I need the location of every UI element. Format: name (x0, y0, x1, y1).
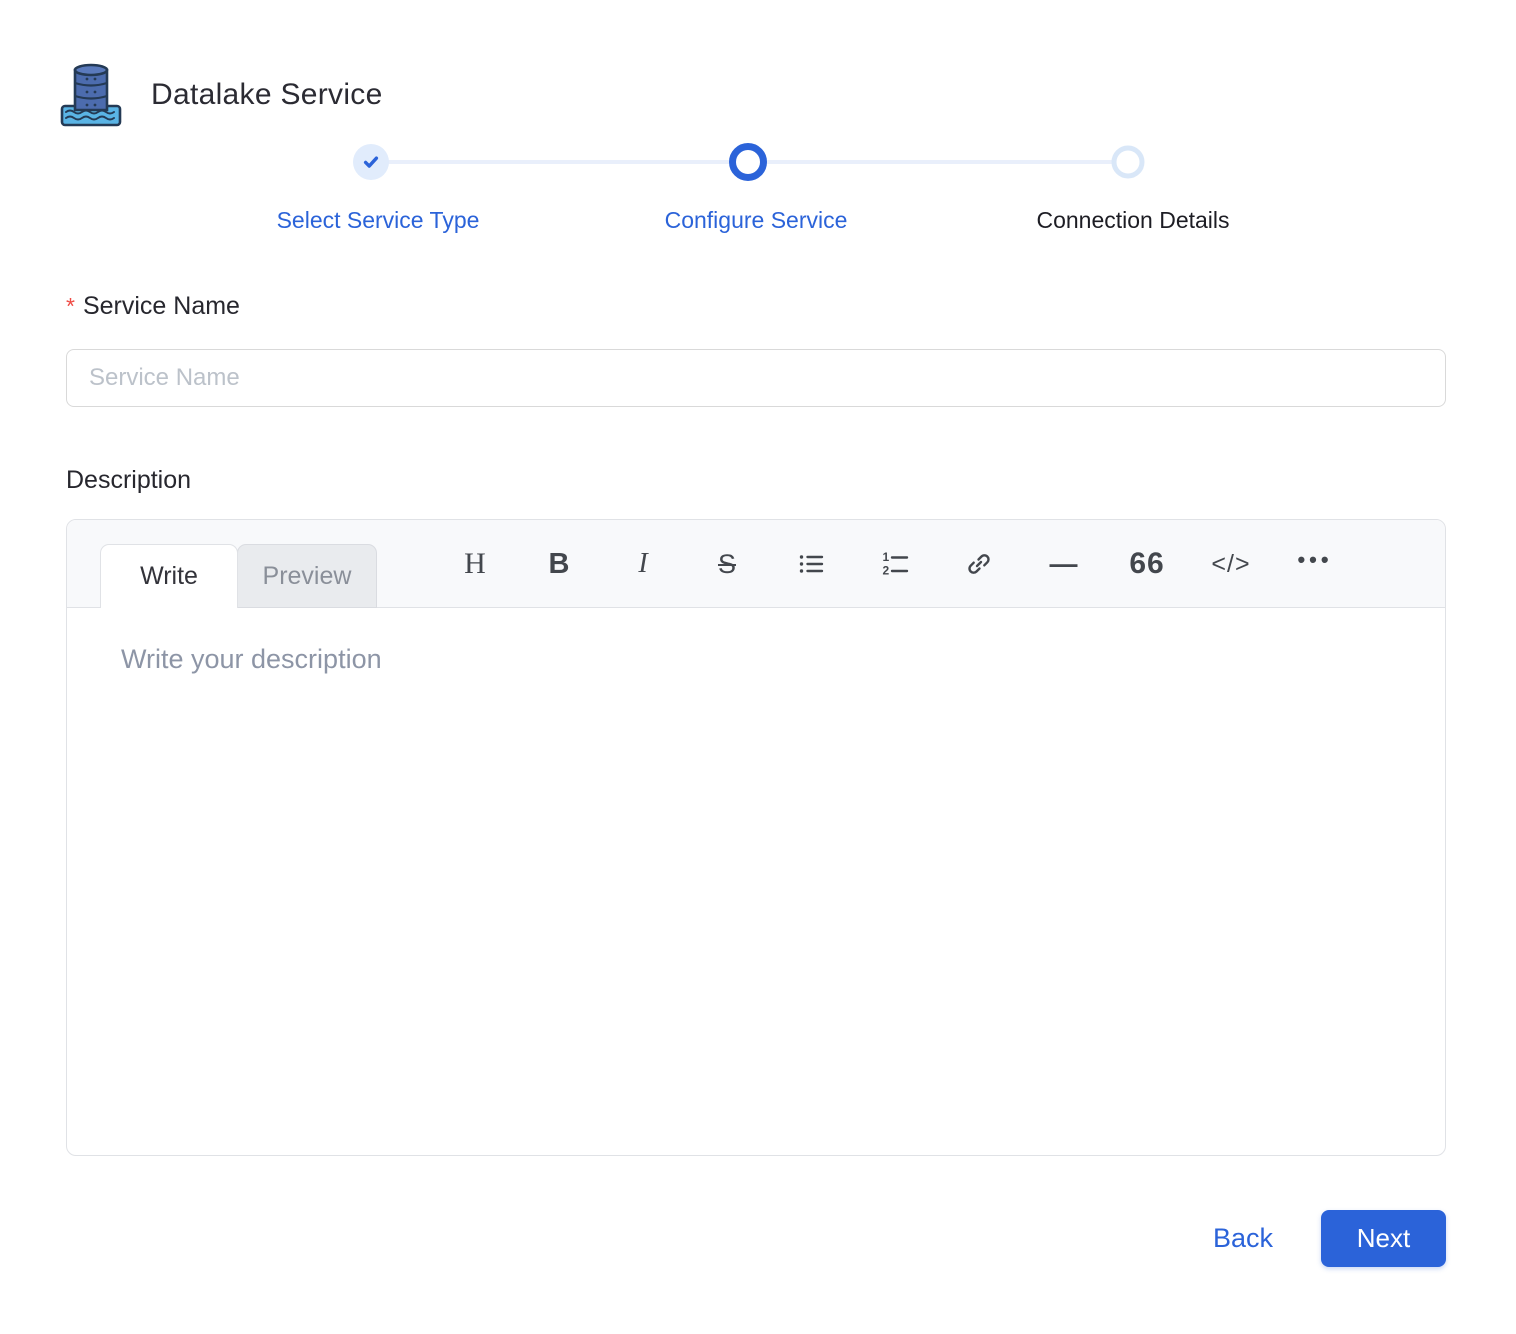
tab-write[interactable]: Write (100, 544, 238, 608)
link-icon (968, 554, 990, 574)
service-name-input[interactable] (66, 349, 1446, 407)
step-active-indicator (729, 143, 767, 181)
bold-icon: B (548, 547, 570, 580)
required-asterisk: * (66, 293, 75, 319)
bullet-list-icon (799, 555, 824, 573)
editor-toolbar: Write Preview H B I S 1 2 — 66 </> ••• (67, 520, 1445, 608)
page-header: Datalake Service (57, 60, 383, 130)
description-editor: Write Preview H B I S 1 2 — 66 </> ••• W… (66, 519, 1446, 1156)
step-label-select-service-type: Select Service Type (276, 207, 480, 233)
step-completed-indicator (353, 144, 389, 180)
more-button[interactable]: ••• (1273, 520, 1357, 608)
svg-text:2: 2 (883, 564, 890, 578)
step-label-connection-details: Connection Details (1036, 207, 1230, 233)
ordered-list-icon: 1 2 (883, 550, 909, 578)
page-title: Datalake Service (151, 78, 383, 111)
horizontal-rule-button[interactable]: — (1021, 520, 1105, 608)
back-button[interactable]: Back (1213, 1223, 1273, 1254)
svg-text:1: 1 (883, 550, 890, 564)
heading-button[interactable]: H (433, 520, 517, 608)
next-button[interactable]: Next (1321, 1210, 1446, 1267)
more-icon: ••• (1297, 547, 1333, 572)
horizontal-rule-icon: — (1049, 548, 1078, 579)
ordered-list-button[interactable]: 1 2 (853, 520, 937, 608)
description-textarea[interactable] (67, 608, 1445, 1156)
code-button[interactable]: </> (1189, 520, 1273, 608)
link-button[interactable] (937, 520, 1021, 608)
editor-body (67, 608, 1445, 1156)
description-label: Description (66, 466, 192, 494)
configure-service-page: Datalake Service Select Service Type Con… (0, 0, 1516, 1334)
bullet-list-button[interactable] (769, 520, 853, 608)
italic-icon: I (638, 548, 648, 579)
strikethrough-icon: S (717, 548, 736, 579)
editor-toolbar-icons: H B I S 1 2 — 66 </> ••• (433, 520, 1357, 608)
italic-button[interactable]: I (601, 520, 685, 608)
datalake-service-icon (57, 60, 125, 130)
check-icon (363, 156, 379, 168)
quote-button[interactable]: 66 (1105, 520, 1189, 608)
tab-preview[interactable]: Preview (237, 544, 377, 608)
code-icon: </> (1211, 549, 1251, 578)
service-name-label: * Service Name (66, 292, 240, 321)
strikethrough-button[interactable]: S (685, 520, 769, 608)
editor-tabs: Write Preview (100, 544, 377, 608)
step-pending-indicator (1111, 145, 1145, 179)
footer-actions: Back Next (1213, 1210, 1446, 1267)
service-name-label-text: Service Name (82, 292, 240, 320)
bold-button[interactable]: B (517, 520, 601, 608)
heading-icon: H (464, 547, 486, 580)
step-label-configure-service: Configure Service (664, 207, 848, 233)
quote-icon: 66 (1129, 547, 1165, 580)
